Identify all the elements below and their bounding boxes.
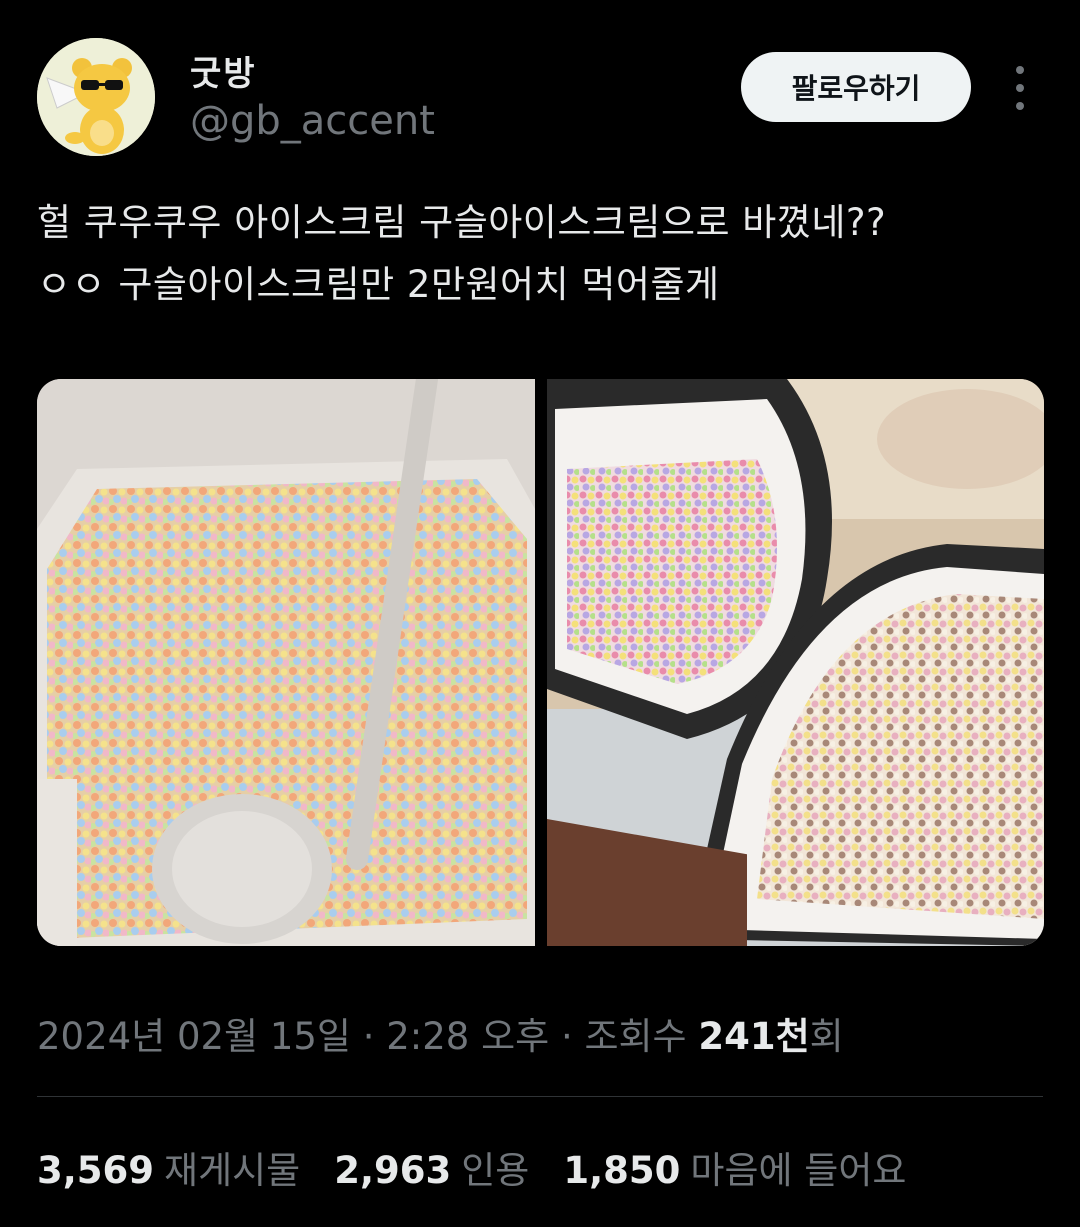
views-count: 241천 [698,1015,810,1058]
tweet-line-2: ㅇㅇ 구슬아이스크림만 2만원어치 먹어줄게 [37,263,720,306]
tweet-datetime[interactable]: 2024년 02월 15일 · 2:28 오후 · 조회수 [37,1015,698,1058]
reposts-stat[interactable]: 3,569 재게시물 [37,1140,300,1194]
quotes-stat[interactable]: 2,963 인용 [334,1140,529,1194]
ice-cream-tub-image [37,379,535,946]
likes-count: 1,850 [563,1149,681,1192]
tweet-line-1: 헐 쿠우쿠우 아이스크림 구슬아이스크림으로 바꼈네?? [37,201,887,244]
tweet-meta: 2024년 02월 15일 · 2:28 오후 · 조회수 241천회 [37,1006,844,1060]
reposts-count: 3,569 [37,1149,155,1192]
user-handle[interactable]: @gb_accent [190,98,435,144]
more-vertical-icon [1016,66,1024,74]
media-image-1[interactable] [37,379,535,946]
views-suffix: 회 [809,1015,844,1058]
quotes-count: 2,963 [334,1149,452,1192]
display-name[interactable]: 굿방 [190,46,257,95]
follow-button[interactable]: 팔로우하기 [741,52,971,122]
likes-label: 마음에 들어요 [690,1149,907,1192]
reposts-label: 재게시물 [164,1149,301,1192]
divider [37,1096,1043,1097]
more-options-button[interactable] [1000,66,1040,110]
avatar[interactable] [37,38,155,156]
tweet-text: 헐 쿠우쿠우 아이스크림 구슬아이스크림으로 바꼈네?? ㅇㅇ 구슬아이스크림만… [37,192,1047,316]
tweet-media [37,379,1044,946]
quotes-label: 인용 [461,1149,530,1192]
media-image-2[interactable] [547,379,1044,946]
ice-cream-bowls-image [547,379,1044,946]
tweet-stats: 3,569 재게시물 2,963 인용 1,850 마음에 들어요 [37,1140,906,1194]
avatar-bear-icon [37,38,155,156]
likes-stat[interactable]: 1,850 마음에 들어요 [563,1140,906,1194]
